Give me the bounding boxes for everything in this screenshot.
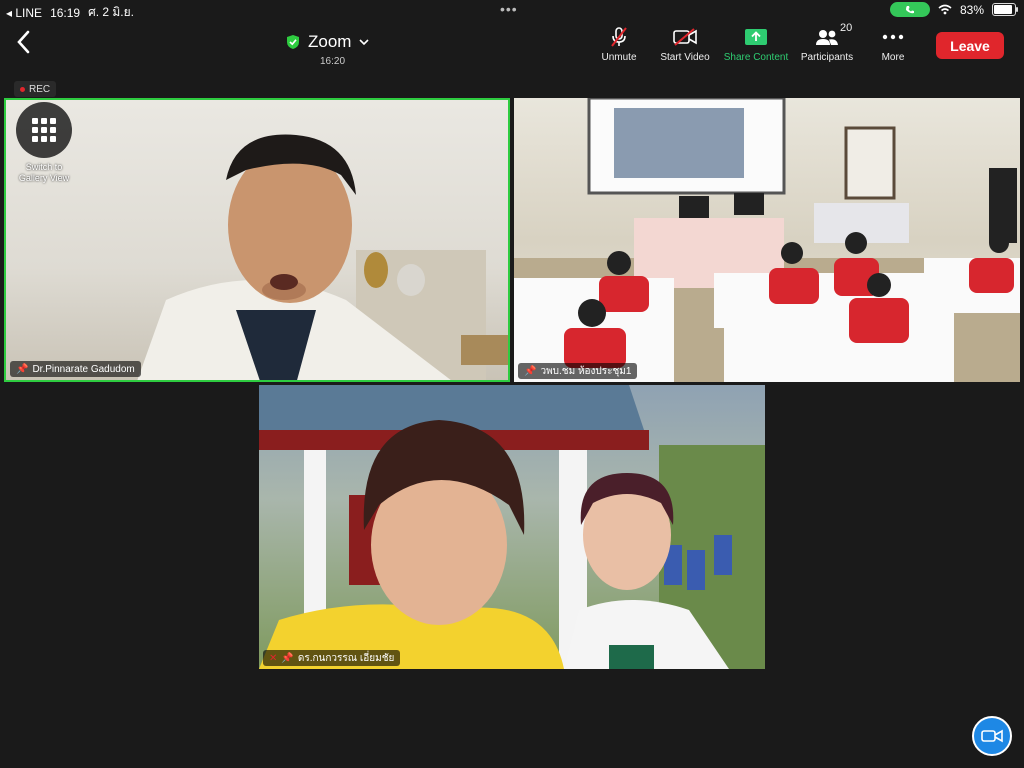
unmute-button[interactable]: Unmute <box>598 26 640 63</box>
participants-icon <box>816 30 838 45</box>
shield-check-icon <box>287 35 299 49</box>
muted-mic-icon <box>611 27 627 47</box>
back-arrow-icon: ◂ <box>6 5 13 20</box>
meeting-duration: 16:20 <box>320 56 346 67</box>
share-screen-icon <box>745 29 767 45</box>
pin-icon: 📌 <box>524 365 537 377</box>
recording-indicator: REC <box>14 81 57 97</box>
multitask-dots[interactable]: ••• <box>500 1 518 17</box>
back-to-app[interactable]: ◂ LINE <box>6 6 42 20</box>
meeting-toolbar: Zoom 16:20 Unmute Start Video Share Cont… <box>0 20 1024 80</box>
participant-name-tag: 📌 วพบ.ชม ห้องประชุม1 <box>518 363 638 379</box>
muted-mic-small-icon: ✕ <box>269 652 278 664</box>
meeting-room-video-feed <box>514 98 1020 382</box>
camera-float-button[interactable] <box>972 716 1012 756</box>
participants-count: 20 <box>840 22 853 34</box>
status-bar: ◂ LINE 16:19 ศ. 2 มิ.ย. ••• 83% <box>0 0 1024 20</box>
leave-button[interactable]: Leave <box>936 32 1004 59</box>
battery-icon <box>992 3 1018 16</box>
participants-button[interactable]: 20 Participants <box>796 22 858 63</box>
video-tile-outdoor[interactable]: ✕ 📌 ดร.กนกวรรณ เอี่ยมชัย <box>259 385 765 669</box>
more-button[interactable]: More <box>874 26 912 63</box>
participant-name-tag: 📌 Dr.Pinnarate Gadudom <box>10 361 141 377</box>
grid-icon <box>32 118 56 142</box>
video-tile-meeting-room[interactable]: 📌 วพบ.ชม ห้องประชุม1 <box>514 98 1020 382</box>
meeting-title[interactable]: Zoom <box>286 32 370 52</box>
more-dots-icon <box>882 34 904 40</box>
video-off-icon <box>673 28 697 46</box>
phone-icon <box>905 5 914 13</box>
start-video-button[interactable]: Start Video <box>656 26 714 63</box>
active-call-pill[interactable] <box>889 2 930 17</box>
clock: 16:19 <box>50 5 81 20</box>
video-tile-active-speaker[interactable]: 📌 Dr.Pinnarate Gadudom <box>4 98 510 382</box>
pin-icon: 📌 <box>281 652 294 664</box>
wifi-icon <box>938 4 952 15</box>
share-content-button[interactable]: Share Content <box>720 26 792 63</box>
switch-to-gallery-button[interactable]: Switch to Gallery View <box>16 102 72 184</box>
speaker-video-feed <box>137 134 508 380</box>
participant-name-tag: ✕ 📌 ดร.กนกวรรณ เอี่ยมชัย <box>263 650 401 666</box>
record-dot-icon <box>20 86 25 92</box>
outdoor-video-feed <box>259 385 765 669</box>
chevron-down-icon <box>359 39 370 46</box>
back-chevron-icon[interactable] <box>12 28 36 56</box>
pin-icon: 📌 <box>16 363 29 375</box>
battery-percent: 83% <box>959 2 984 17</box>
camera-icon <box>981 729 1003 743</box>
